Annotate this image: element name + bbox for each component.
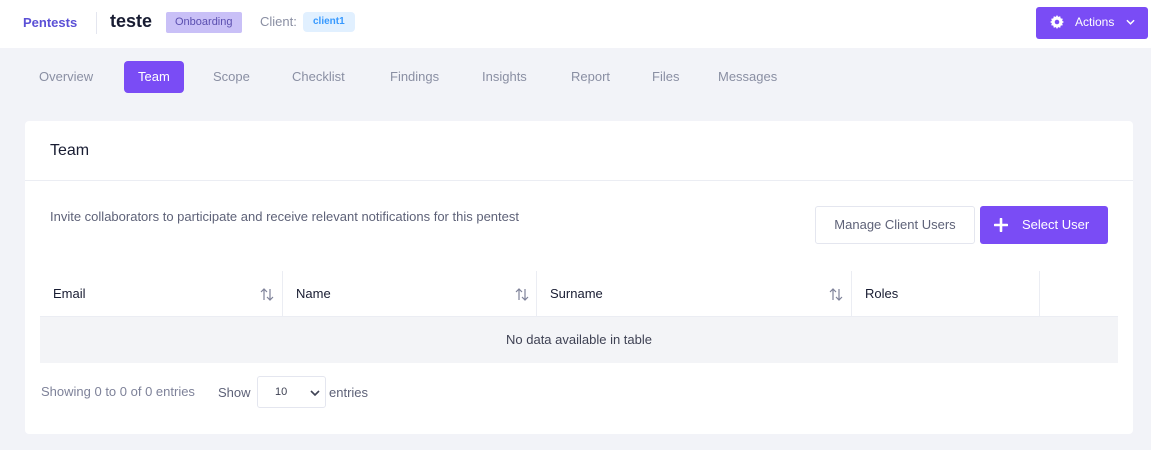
plus-icon bbox=[994, 218, 1008, 232]
table-info: Showing 0 to 0 of 0 entries bbox=[41, 384, 195, 399]
manage-client-users-button[interactable]: Manage Client Users bbox=[815, 206, 975, 244]
breadcrumb-pentests-link[interactable]: Pentests bbox=[23, 15, 77, 30]
table-empty-row: No data available in table bbox=[40, 317, 1118, 363]
client-label: Client: bbox=[260, 14, 297, 29]
actions-label: Actions bbox=[1075, 15, 1115, 29]
sort-icon bbox=[515, 288, 529, 301]
gear-icon bbox=[1050, 15, 1064, 29]
top-bar: Pentests teste Onboarding Client: client… bbox=[0, 0, 1151, 48]
entries-label: entries bbox=[329, 385, 369, 400]
sort-icon bbox=[260, 288, 274, 301]
page-length-select[interactable]: 10 bbox=[257, 376, 326, 408]
tab-scope[interactable]: Scope bbox=[199, 61, 264, 93]
team-description: Invite collaborators to participate and … bbox=[50, 209, 519, 224]
select-user-button[interactable]: Select User bbox=[980, 206, 1108, 244]
tab-overview[interactable]: Overview bbox=[25, 61, 107, 93]
status-badge: Onboarding bbox=[166, 12, 242, 33]
tab-team[interactable]: Team bbox=[124, 61, 184, 93]
tab-messages[interactable]: Messages bbox=[704, 61, 791, 93]
sort-icon bbox=[829, 288, 843, 301]
column-header-email[interactable]: Email bbox=[40, 271, 282, 317]
team-card: Team Invite collaborators to participate… bbox=[25, 121, 1133, 434]
column-header-actions bbox=[1039, 271, 1118, 317]
column-header-roles: Roles bbox=[851, 271, 1039, 317]
column-label-roles: Roles bbox=[865, 286, 899, 301]
page-length-value: 10 bbox=[275, 386, 288, 398]
tab-checklist[interactable]: Checklist bbox=[278, 61, 359, 93]
client-badge[interactable]: client1 bbox=[303, 12, 355, 32]
column-header-surname[interactable]: Surname bbox=[536, 271, 851, 317]
chevron-down-icon bbox=[310, 390, 320, 396]
column-label-name: Name bbox=[296, 286, 331, 301]
header-divider bbox=[96, 12, 97, 34]
card-divider bbox=[25, 180, 1133, 181]
actions-dropdown-button[interactable]: Actions bbox=[1036, 7, 1148, 39]
tab-report[interactable]: Report bbox=[557, 61, 624, 93]
chevron-down-icon bbox=[1126, 19, 1135, 25]
tab-insights[interactable]: Insights bbox=[468, 61, 541, 93]
page-title: teste bbox=[110, 11, 153, 31]
column-label-email: Email bbox=[53, 286, 86, 301]
column-header-name[interactable]: Name bbox=[282, 271, 536, 317]
card-title: Team bbox=[50, 142, 90, 159]
select-user-label: Select User bbox=[1022, 217, 1090, 232]
show-label: Show bbox=[218, 385, 251, 400]
table-header: Email Name Surname Roles bbox=[40, 271, 1118, 317]
column-label-surname: Surname bbox=[550, 286, 603, 301]
tab-findings[interactable]: Findings bbox=[376, 61, 453, 93]
tab-files[interactable]: Files bbox=[638, 61, 693, 93]
